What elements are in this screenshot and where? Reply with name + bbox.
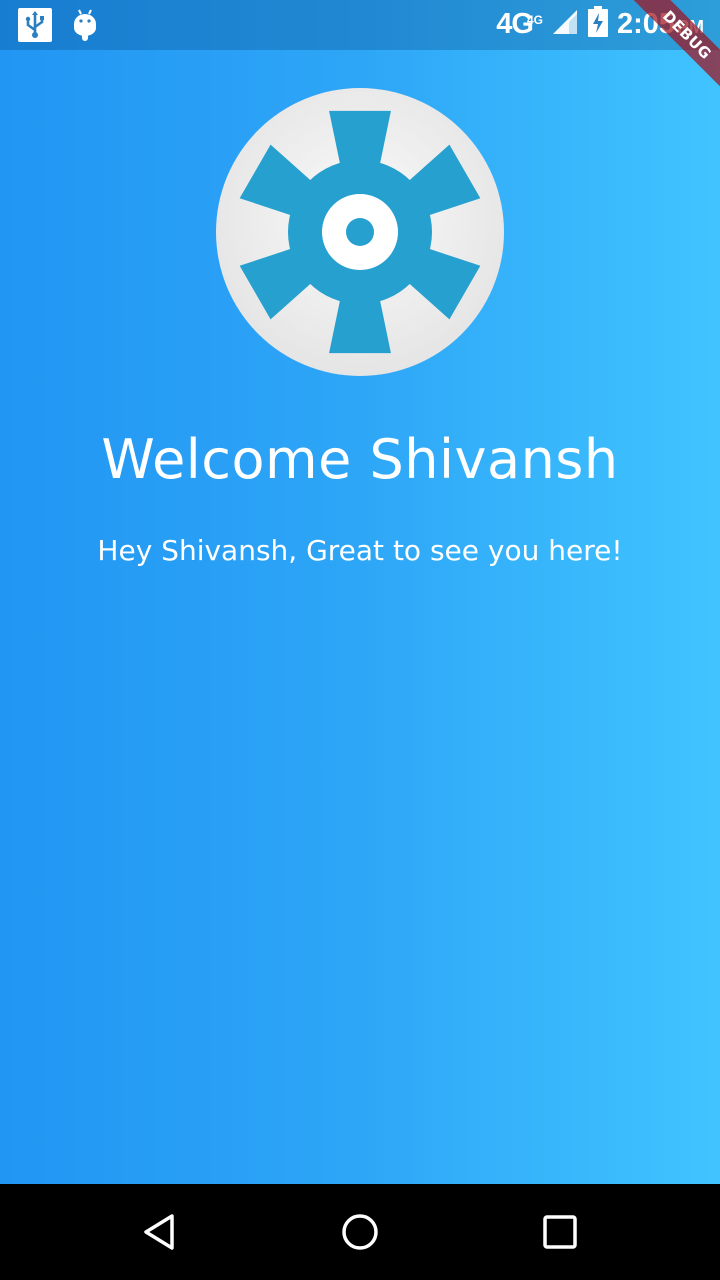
home-icon [342,1214,378,1250]
back-button[interactable] [130,1202,190,1262]
android-debug-icon [72,8,98,46]
clock: 2:05 PM [616,8,704,40]
battery-charging-icon [587,6,609,43]
home-button[interactable] [330,1202,390,1262]
signal-icon [551,8,579,41]
back-icon [144,1214,174,1250]
recents-icon [543,1215,577,1249]
gear-wheel-icon [216,88,504,376]
app-logo [216,88,504,376]
navigation-bar [0,1184,720,1280]
welcome-subtitle: Hey Shivansh, Great to see you here! [97,534,623,567]
status-indicators: 4G4G 2:05 PM [496,6,704,43]
notification-icons [18,8,98,46]
usb-icon [18,8,52,46]
status-bar: 4G4G 2:05 PM [0,0,720,50]
network-type: 4G4G [496,8,543,40]
recents-button[interactable] [530,1202,590,1262]
welcome-title: Welcome Shivansh [101,428,619,491]
